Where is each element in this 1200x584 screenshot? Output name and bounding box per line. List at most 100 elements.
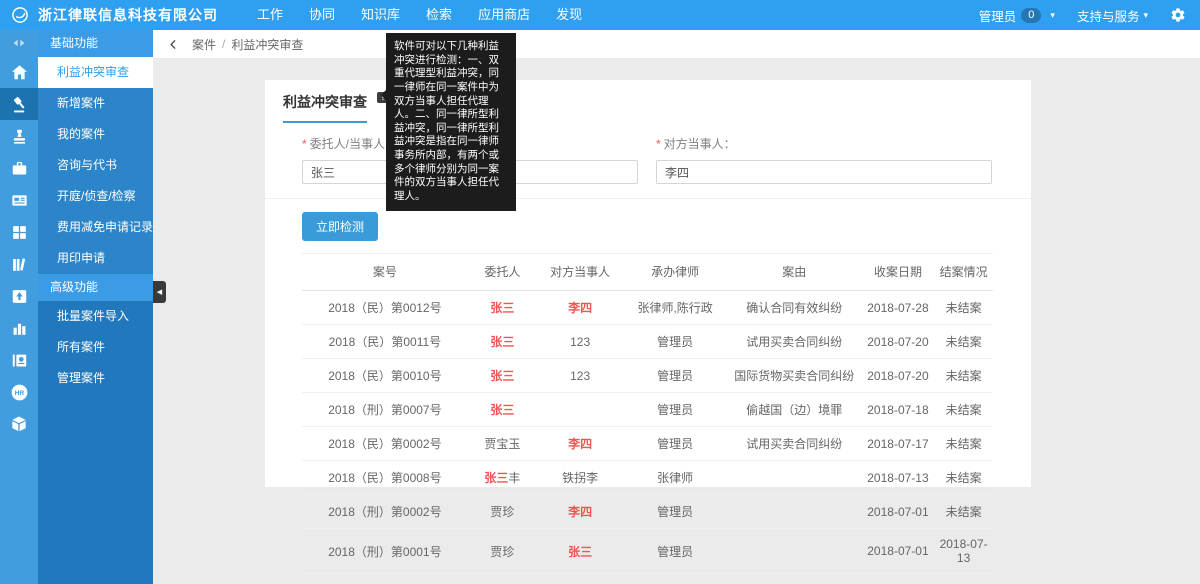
cell-text: 偷越国（边）境罪	[746, 403, 842, 417]
cell-text: 未结案	[946, 369, 982, 383]
cell-text: 2018-07-20	[867, 369, 928, 383]
sidebar-section-header[interactable]: 高级功能	[38, 274, 153, 301]
caret-down-icon: ▾	[1050, 10, 1055, 21]
collapse-arrows-icon[interactable]	[0, 30, 38, 56]
cell-text: 贾宝玉	[484, 437, 520, 451]
table-cell: 2018-07-01	[862, 529, 935, 574]
stamp-icon[interactable]	[0, 120, 38, 152]
id-card-icon[interactable]	[0, 184, 38, 216]
table-row[interactable]: 2018（民）第0012号张三李四张律师,陈行政确认合同有效纠纷2018-07-…	[302, 291, 993, 325]
cell-text: 2018（民）第0010号	[328, 369, 441, 383]
content-area: 案件 / 利益冲突审查 利益冲突审查 ! *委托人/当事人： *对方当事人： 立…	[153, 30, 1200, 584]
table-row[interactable]: 2018（民）第0011号张三123管理员试用买卖合同纠纷2018-07-20未…	[302, 325, 993, 359]
sidebar-item[interactable]: 利益冲突审查	[38, 57, 153, 88]
check-now-button[interactable]: 立即检测	[302, 212, 378, 241]
sidebar-collapse-handle[interactable]: ◀	[153, 281, 166, 303]
table-cell: 张三丰	[468, 461, 537, 495]
tab-conflict-check[interactable]: 利益冲突审查	[283, 92, 367, 123]
cell-text: 2018（民）第0012号	[328, 301, 441, 315]
sidebar-item[interactable]: 用印申请	[38, 243, 153, 274]
table-cell: 管理员	[623, 359, 727, 393]
highlighted-match: 李四	[568, 437, 592, 451]
table-cell: 2018（刑）第0007号	[302, 393, 468, 427]
cell-text: 2018（民）第0011号	[329, 335, 442, 349]
caret-down-icon: ▾	[1143, 10, 1148, 21]
table-header-row: 案号委托人对方当事人承办律师案由收案日期结案情况	[302, 254, 993, 291]
table-cell	[727, 495, 862, 529]
sidebar-item[interactable]: 所有案件	[38, 332, 153, 363]
cell-text: 未结案	[946, 335, 982, 349]
table-cell: 贾珍	[468, 495, 537, 529]
column-header: 对方当事人	[537, 254, 623, 291]
table-cell: 贾珍	[468, 529, 537, 574]
table-row[interactable]: 2018（民）第0002号贾宝玉李四管理员试用买卖合同纠纷2018-07-17未…	[302, 427, 993, 461]
cell-text: 管理员	[657, 335, 693, 349]
cell-text: 未结案	[946, 403, 982, 417]
sidebar-item[interactable]: 我的案件	[38, 119, 153, 150]
table-row[interactable]: 2018（刑）第0007号张三管理员偷越国（边）境罪2018-07-18未结案	[302, 393, 993, 427]
sidebar-item[interactable]: 管理案件	[38, 363, 153, 394]
cell-text: 确认合同有效纠纷	[746, 301, 842, 315]
cell-text: 2018-07-18	[867, 403, 928, 417]
opponent-input[interactable]	[656, 160, 992, 184]
cell-text: 2018（刑）第0001号	[328, 545, 441, 559]
grid-icon[interactable]	[0, 216, 38, 248]
cell-text: 2018-07-20	[867, 335, 928, 349]
table-row[interactable]: 2018（刑）第0002号贾珍李四管理员2018-07-01未结案	[302, 495, 993, 529]
sidebar-item[interactable]: 批量案件导入	[38, 301, 153, 332]
package-icon[interactable]	[0, 408, 38, 440]
sidebar-item[interactable]: 新增案件	[38, 88, 153, 119]
table-cell: 管理员	[623, 495, 727, 529]
breadcrumb-item-cases[interactable]: 案件	[192, 36, 216, 53]
table-row[interactable]: 2018（民）第0010号张三123管理员国际货物买卖合同纠纷2018-07-2…	[302, 359, 993, 393]
nav-item[interactable]: 发现	[556, 0, 582, 30]
nav-item[interactable]: 应用商店	[478, 0, 530, 30]
support-menu[interactable]: 支持与服务 ▾	[1077, 6, 1148, 25]
books-icon[interactable]	[0, 248, 38, 280]
navbar-right: 管理员 0 ▾ 支持与服务 ▾	[979, 6, 1186, 25]
gavel-icon[interactable]	[0, 88, 38, 120]
sidebar-item[interactable]: 费用减免申请记录	[38, 212, 153, 243]
highlighted-match: 张三	[490, 369, 514, 383]
cell-text: 未结案	[946, 471, 982, 485]
table-cell: 未结案	[934, 291, 993, 325]
cell-text: 2018-07-28	[867, 301, 928, 315]
cell-text: 试用买卖合同纠纷	[746, 335, 842, 349]
sidebar-section-header[interactable]: 基础功能	[38, 30, 153, 57]
nav-item[interactable]: 知识库	[361, 0, 400, 30]
user-menu[interactable]: 管理员 0 ▾	[979, 6, 1055, 25]
upload-box-icon[interactable]	[0, 280, 38, 312]
sidebar-section: 高级功能批量案件导入所有案件管理案件	[38, 274, 153, 394]
cell-text: 管理员	[657, 369, 693, 383]
nav-item[interactable]: 协同	[309, 0, 335, 30]
bar-chart-icon[interactable]	[0, 312, 38, 344]
table-cell: 2018（刑）第0001号	[302, 529, 468, 574]
briefcase-icon[interactable]	[0, 152, 38, 184]
nav-item[interactable]: 检索	[426, 0, 452, 30]
highlighted-match: 张三	[568, 545, 592, 559]
table-row[interactable]: 2018（刑）第0001号贾珍张三管理员2018-07-012018-07-13	[302, 529, 993, 574]
table-cell: 2018-07-20	[862, 325, 935, 359]
opponent-field-group: *对方当事人：	[656, 135, 992, 184]
highlighted-match: 李四	[568, 301, 592, 315]
cell-text: 2018-07-13	[940, 537, 988, 565]
gear-icon[interactable]	[1170, 7, 1186, 23]
table-cell: 2018（刑）第0002号	[302, 495, 468, 529]
app-logo-icon[interactable]	[10, 5, 30, 25]
table-cell: 2018-07-13	[934, 529, 993, 574]
back-chevron-icon[interactable]	[167, 38, 180, 51]
report-icon[interactable]	[0, 344, 38, 376]
cell-text: 2018（刑）第0002号	[328, 505, 441, 519]
nav-item[interactable]: 工作	[257, 0, 283, 30]
table-row[interactable]: 2018（民）第0008号张三丰铁拐李张律师2018-07-13未结案	[302, 461, 993, 495]
table-cell: 确认合同有效纠纷	[727, 291, 862, 325]
required-asterisk: *	[656, 137, 661, 151]
sidebar-item[interactable]: 开庭/侦查/检察	[38, 181, 153, 212]
conflict-check-card: 利益冲突审查 ! *委托人/当事人： *对方当事人： 立即检测 案号委托人对方当…	[265, 80, 1031, 487]
hr-icon[interactable]: HR	[0, 376, 38, 408]
sidebar-item[interactable]: 咨询与代书	[38, 150, 153, 181]
home-icon[interactable]	[0, 56, 38, 88]
table-cell: 2018-07-13	[862, 461, 935, 495]
highlighted-match: 张三	[490, 403, 514, 417]
cell-text: 国际货物买卖合同纠纷	[734, 369, 854, 383]
